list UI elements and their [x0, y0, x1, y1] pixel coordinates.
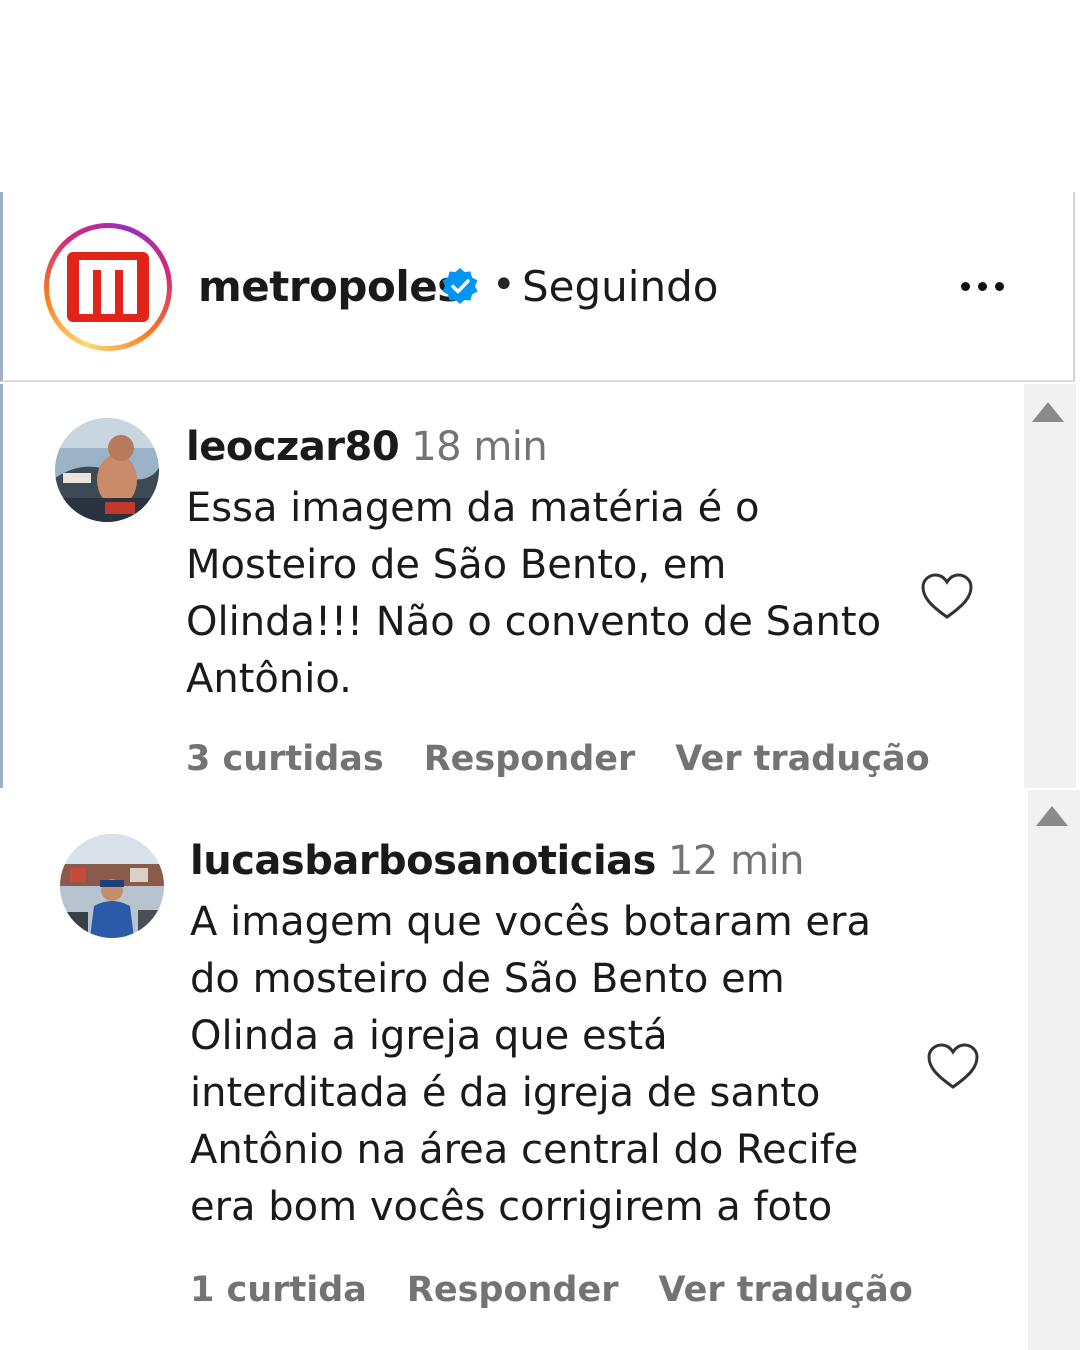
verified-badge-icon — [442, 268, 478, 304]
comment-actions: 3 curtidas Responder Ver tradução — [186, 739, 930, 779]
translate-button[interactable]: Ver tradução — [658, 1270, 912, 1310]
scroll-up-arrow-icon[interactable] — [1032, 402, 1064, 422]
following-button[interactable]: Seguindo — [522, 262, 718, 311]
avatar[interactable] — [60, 834, 164, 938]
separator-dot: • — [492, 262, 516, 308]
comment-text: A imagem que vocês botaram era do mostei… — [190, 899, 871, 1230]
like-heart-icon[interactable] — [926, 1042, 980, 1092]
scroll-up-arrow-icon[interactable] — [1036, 806, 1068, 826]
avatar[interactable] — [55, 418, 159, 522]
metropoles-logo-icon — [57, 236, 159, 338]
comment-timestamp: 18 min — [411, 424, 548, 470]
like-heart-icon[interactable] — [920, 572, 974, 622]
comment-username-text[interactable]: leoczar80 — [186, 424, 400, 470]
comment-username[interactable]: leoczar80 18 min — [186, 424, 548, 470]
likes-count[interactable]: 1 curtida — [190, 1270, 367, 1310]
reply-button[interactable]: Responder — [407, 1270, 619, 1310]
translate-button[interactable]: Ver tradução — [675, 739, 929, 779]
scrollbar-track[interactable] — [1028, 790, 1080, 1350]
profile-avatar-metropoles[interactable] — [44, 223, 172, 351]
comment-text: Essa imagem da matéria é o Mosteiro de S… — [186, 485, 882, 702]
likes-count[interactable]: 3 curtidas — [186, 739, 384, 779]
reply-button[interactable]: Responder — [424, 739, 636, 779]
scrollbar-track[interactable] — [1024, 384, 1076, 788]
post-author-username[interactable]: metropoles — [198, 262, 462, 311]
more-options-icon[interactable] — [952, 256, 1012, 316]
comment-username-text[interactable]: lucasbarbosanoticias — [190, 838, 656, 884]
comment-username[interactable]: lucasbarbosanoticias 12 min — [190, 838, 805, 884]
comment-actions: 1 curtida Responder Ver tradução — [190, 1270, 913, 1310]
comment-timestamp: 12 min — [667, 838, 805, 884]
